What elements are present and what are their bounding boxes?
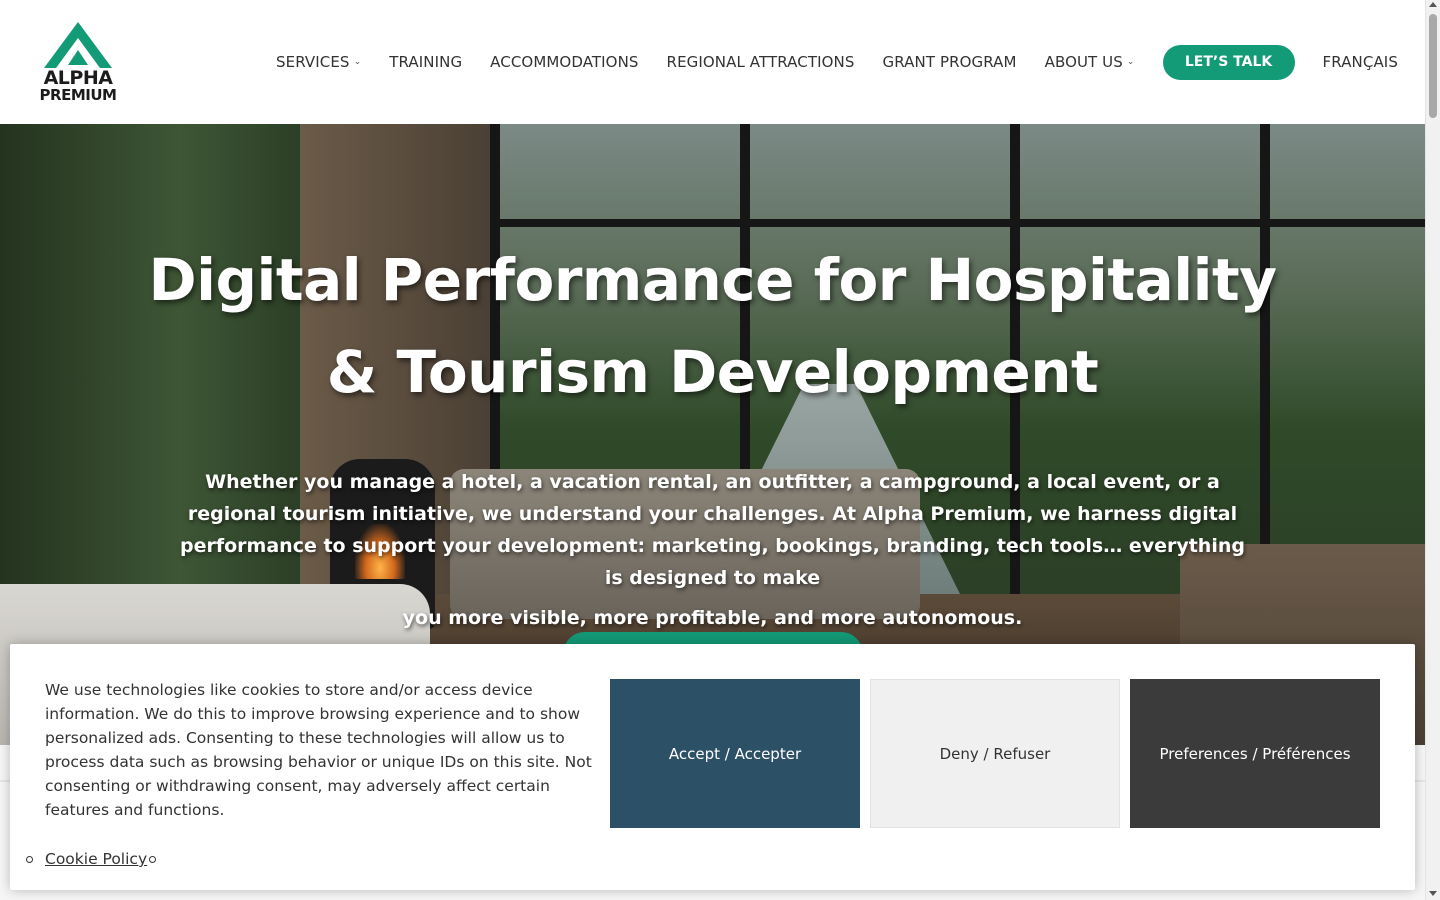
nav-item-label: SERVICES: [276, 53, 350, 71]
hero-subtitle-last: you more visible, more profitable, and m…: [402, 607, 1023, 629]
main-nav: SERVICES ⌄ TRAINING ACCOMMODATIONS REGIO…: [276, 44, 1398, 80]
chevron-down-icon: ⌄: [1126, 57, 1135, 67]
nav-item-about-us[interactable]: ABOUT US ⌄: [1045, 53, 1135, 71]
nav-item-label: REGIONAL ATTRACTIONS: [666, 53, 855, 71]
cookie-links-list: Cookie Policy: [26, 850, 157, 868]
cookie-message: We use technologies like cookies to stor…: [45, 681, 592, 819]
deny-button[interactable]: Deny / Refuser: [870, 679, 1120, 828]
site-header: ALPHA PREMIUM SERVICES ⌄ TRAINING ACCOMM…: [0, 0, 1425, 124]
scroll-down-arrow-icon[interactable]: [1429, 891, 1437, 896]
page-scrollbar[interactable]: [1425, 0, 1440, 900]
cookie-policy-link[interactable]: Cookie Policy: [45, 850, 147, 868]
hero-bg-transom: [490, 219, 1425, 227]
site-logo[interactable]: ALPHA PREMIUM: [36, 20, 120, 106]
logo-line1: ALPHA: [43, 67, 113, 89]
mountain-triangle-icon: [44, 22, 112, 68]
hero-subtitle-main: Whether you manage a hotel, a vacation r…: [180, 471, 1245, 589]
nav-item-label: GRANT PROGRAM: [882, 53, 1017, 71]
language-switch-link[interactable]: FRANÇAIS: [1323, 53, 1398, 71]
nav-item-label: TRAINING: [389, 53, 463, 71]
accept-button[interactable]: Accept / Accepter: [610, 679, 860, 828]
list-bullet-icon: [149, 855, 157, 863]
cookie-consent-banner: We use technologies like cookies to stor…: [10, 644, 1415, 890]
lets-talk-button[interactable]: LET’S TALK: [1162, 44, 1295, 80]
logo-line2: PREMIUM: [39, 86, 117, 104]
nav-item-regional-attractions[interactable]: REGIONAL ATTRACTIONS: [667, 53, 855, 71]
chevron-down-icon: ⌄: [353, 57, 362, 67]
nav-item-training[interactable]: TRAINING: [389, 53, 462, 71]
nav-item-grant-program[interactable]: GRANT PROGRAM: [883, 53, 1017, 71]
preferences-button[interactable]: Preferences / Préférences: [1130, 679, 1380, 828]
hero-title-line1: Digital Performance for Hospitality: [148, 246, 1277, 314]
nav-item-label: ABOUT US: [1044, 53, 1123, 71]
nav-item-label: ACCOMMODATIONS: [490, 53, 639, 71]
scroll-up-arrow-icon[interactable]: [1429, 2, 1437, 7]
nav-item-services[interactable]: SERVICES ⌄: [276, 53, 361, 71]
list-bullet-icon: [26, 855, 33, 863]
scrollbar-thumb[interactable]: [1429, 14, 1437, 118]
hero-subtitle: Whether you manage a hotel, a vacation r…: [175, 466, 1250, 634]
logo-wordmark: ALPHA PREMIUM: [36, 67, 120, 104]
nav-item-accommodations[interactable]: ACCOMMODATIONS: [490, 53, 638, 71]
hero-title-line2: & Tourism Development: [326, 338, 1099, 406]
hero-title: Digital Performance for Hospitality & To…: [0, 234, 1425, 418]
